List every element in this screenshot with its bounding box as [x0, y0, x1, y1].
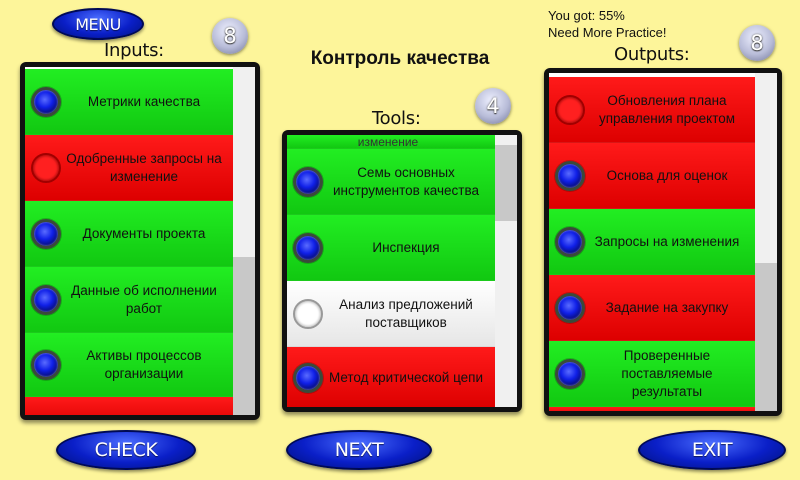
outputs-scroll-thumb[interactable] — [755, 263, 777, 411]
inputs-item-label: Документы проекта — [82, 225, 206, 241]
tools-scrollbar[interactable] — [495, 135, 517, 407]
outputs-item-partial[interactable] — [549, 407, 755, 411]
outputs-count-badge: 8 — [739, 25, 775, 61]
tools-panel: изменение Семь основных инструментов кач… — [282, 130, 522, 412]
radio-selected-icon[interactable] — [555, 358, 585, 389]
radio-selected-icon[interactable] — [555, 292, 585, 323]
tools-item-label: Метод критической цепи — [328, 369, 484, 385]
inputs-item[interactable]: Одобренные запросы на изменение — [25, 135, 233, 201]
radio-selected-icon[interactable] — [31, 86, 61, 117]
tools-item[interactable]: Метод критической цепи — [287, 347, 495, 407]
radio-selected-icon[interactable] — [293, 232, 323, 263]
tools-item-partial-label: изменение — [357, 135, 419, 149]
inputs-count-badge: 8 — [212, 18, 248, 54]
radio-unselected-icon[interactable] — [293, 298, 323, 329]
exit-button[interactable]: EXIT — [638, 430, 786, 470]
page-title: Контроль качества — [310, 48, 490, 69]
tools-count-badge: 4 — [475, 88, 511, 124]
tools-item[interactable]: Семь основных инструментов качества — [287, 149, 495, 215]
tools-item-label: Инспекция — [372, 239, 440, 255]
radio-selected-icon[interactable] — [31, 218, 61, 249]
tools-item[interactable]: Анализ предложений поставщиков — [287, 281, 495, 347]
outputs-item[interactable]: Запросы на изменения — [549, 209, 755, 275]
menu-button[interactable]: MENU — [52, 8, 144, 40]
radio-selected-icon[interactable] — [31, 284, 61, 315]
inputs-list: Метрики качества Одобренные запросы на и… — [25, 67, 233, 415]
outputs-scrollbar[interactable] — [755, 73, 777, 411]
inputs-item[interactable]: Метрики качества — [25, 69, 233, 135]
inputs-panel: Метрики качества Одобренные запросы на и… — [20, 62, 260, 420]
inputs-item-label: Метрики качества — [87, 93, 201, 109]
tools-list: изменение Семь основных инструментов кач… — [287, 135, 495, 407]
tools-item-label: Семь основных инструментов качества — [332, 164, 479, 198]
outputs-item-label: Обновления плана управления проектом — [598, 92, 736, 126]
inputs-item-label: Одобренные запросы на изменение — [66, 150, 222, 184]
radio-unselected-icon[interactable] — [31, 152, 61, 183]
outputs-list: Обновления плана управления проектом Осн… — [549, 73, 755, 411]
outputs-item[interactable]: Основа для оценок — [549, 143, 755, 209]
tools-item-label: Анализ предложений поставщиков — [339, 296, 473, 330]
tools-item[interactable]: Инспекция — [287, 215, 495, 281]
inputs-item[interactable]: Документы проекта — [25, 201, 233, 267]
radio-selected-icon[interactable] — [555, 160, 585, 191]
check-button[interactable]: CHECK — [56, 430, 196, 470]
outputs-item[interactable]: Задание на закупку — [549, 275, 755, 341]
outputs-panel: Обновления плана управления проектом Осн… — [544, 68, 782, 416]
outputs-item[interactable]: Проверенные поставляемые результаты — [549, 341, 755, 407]
radio-selected-icon[interactable] — [293, 166, 323, 197]
inputs-item-label: Данные об исполнении работ — [71, 282, 217, 316]
tools-item-partial[interactable]: изменение — [287, 135, 495, 149]
inputs-item-label: Активы процессов организации — [86, 347, 202, 381]
radio-unselected-icon[interactable] — [555, 94, 585, 125]
next-button[interactable]: NEXT — [286, 430, 432, 470]
outputs-label: Outputs: — [614, 44, 690, 65]
radio-selected-icon[interactable] — [555, 226, 585, 257]
inputs-scrollbar[interactable] — [233, 67, 255, 415]
tools-scroll-thumb[interactable] — [495, 145, 517, 221]
outputs-item[interactable]: Обновления плана управления проектом — [549, 77, 755, 143]
radio-selected-icon[interactable] — [31, 349, 61, 380]
inputs-item[interactable]: Данные об исполнении работ — [25, 267, 233, 333]
outputs-item-label: Основа для оценок — [606, 167, 728, 183]
tools-label: Tools: — [372, 108, 421, 129]
inputs-item-partial[interactable] — [25, 397, 233, 415]
feedback-text: Need More Practice! — [548, 25, 667, 40]
outputs-item-label: Задание на закупку — [605, 299, 729, 315]
inputs-label: Inputs: — [104, 40, 164, 61]
radio-selected-icon[interactable] — [293, 362, 323, 393]
inputs-scroll-thumb[interactable] — [233, 257, 255, 415]
score-text: You got: 55% — [548, 8, 625, 23]
outputs-item-label: Проверенные поставляемые результаты — [621, 347, 713, 399]
outputs-item-label: Запросы на изменения — [594, 233, 740, 249]
inputs-item[interactable]: Активы процессов организации — [25, 333, 233, 397]
